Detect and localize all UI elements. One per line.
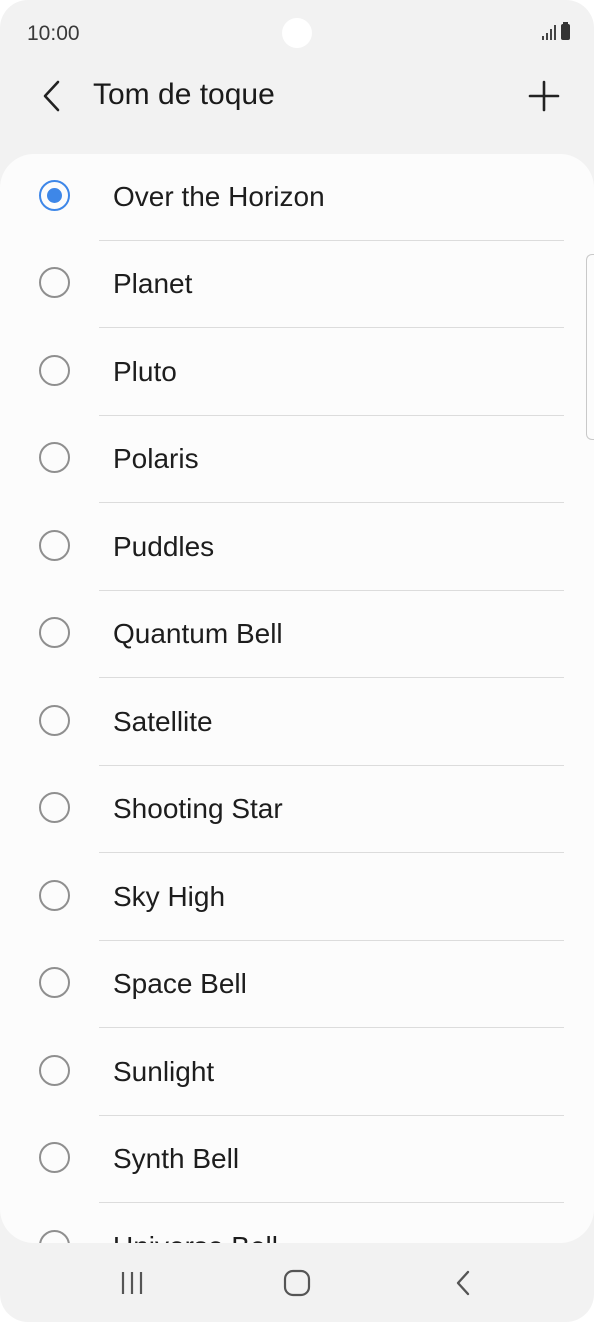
- list-item[interactable]: Over the Horizon: [0, 154, 594, 241]
- ringtone-label: Synth Bell: [113, 1143, 240, 1174]
- back-button[interactable]: [28, 70, 76, 122]
- front-camera: [282, 18, 312, 48]
- ringtone-label: Universe Bell: [113, 1231, 278, 1243]
- recents-icon: [121, 1272, 143, 1294]
- app-header: Tom de toque: [0, 60, 594, 140]
- divider: [99, 1027, 564, 1028]
- list-item[interactable]: Planet: [0, 241, 594, 328]
- page-title: Tom de toque: [93, 78, 275, 111]
- recents-button[interactable]: [102, 1261, 162, 1305]
- ringtone-label: Sky High: [113, 881, 226, 912]
- status-icons: [542, 22, 570, 40]
- ringtone-label: Space Bell: [113, 968, 247, 999]
- back-icon: [456, 1270, 470, 1296]
- ringtone-label: Satellite: [113, 706, 213, 737]
- list-item[interactable]: Quantum Bell: [0, 591, 594, 678]
- add-ringtone-button[interactable]: [518, 70, 570, 122]
- list-item[interactable]: Space Bell: [0, 941, 594, 1028]
- ringtone-label: Quantum Bell: [113, 618, 283, 649]
- ringtone-label: Planet: [113, 268, 193, 299]
- radio-button[interactable]: [39, 442, 70, 473]
- list-item[interactable]: Sky High: [0, 854, 594, 941]
- navigation-bar: [0, 1243, 594, 1322]
- ringtone-label: Shooting Star: [113, 793, 283, 824]
- status-time: 10:00: [27, 22, 80, 45]
- plus-icon: [528, 80, 560, 112]
- ringtone-label: Polaris: [113, 443, 199, 474]
- signal-icon: [542, 24, 556, 40]
- ringtone-list: Over the Horizon Planet Pluto Polaris Pu…: [0, 154, 594, 1243]
- list-item[interactable]: Satellite: [0, 679, 594, 766]
- radio-button[interactable]: [39, 530, 70, 561]
- list-item[interactable]: Polaris: [0, 416, 594, 503]
- scrollbar[interactable]: [586, 254, 594, 440]
- radio-button[interactable]: [39, 617, 70, 648]
- phone-screen: 10:00 Tom de toque Over the Horizon Plan…: [0, 0, 594, 1322]
- list-item[interactable]: Pluto: [0, 329, 594, 416]
- radio-button[interactable]: [39, 792, 70, 823]
- list-item[interactable]: Universe Bell: [0, 1204, 594, 1243]
- radio-button[interactable]: [39, 1142, 70, 1173]
- nav-back-button[interactable]: [434, 1261, 494, 1305]
- radio-button-checked[interactable]: [39, 180, 70, 211]
- radio-button[interactable]: [39, 1055, 70, 1086]
- divider: [99, 1202, 564, 1203]
- list-item[interactable]: Shooting Star: [0, 766, 594, 853]
- list-item[interactable]: Puddles: [0, 504, 594, 591]
- list-item[interactable]: Synth Bell: [0, 1116, 594, 1203]
- ringtone-label: Puddles: [113, 531, 215, 562]
- home-icon: [283, 1269, 311, 1297]
- ringtone-label: Pluto: [113, 356, 177, 387]
- ringtone-label: Sunlight: [113, 1056, 215, 1087]
- chevron-left-icon: [43, 80, 60, 112]
- list-item[interactable]: Sunlight: [0, 1029, 594, 1116]
- battery-icon: [561, 22, 570, 40]
- radio-button[interactable]: [39, 355, 70, 386]
- radio-button[interactable]: [39, 267, 70, 298]
- divider: [99, 852, 564, 853]
- radio-dot: [47, 188, 62, 203]
- divider: [99, 327, 564, 328]
- divider: [99, 502, 564, 503]
- ringtone-label: Over the Horizon: [113, 181, 325, 212]
- home-button[interactable]: [267, 1261, 327, 1305]
- divider: [99, 677, 564, 678]
- radio-button[interactable]: [39, 880, 70, 911]
- radio-button[interactable]: [39, 705, 70, 736]
- radio-button[interactable]: [39, 1230, 70, 1243]
- radio-button[interactable]: [39, 967, 70, 998]
- status-bar: 10:00: [0, 0, 594, 60]
